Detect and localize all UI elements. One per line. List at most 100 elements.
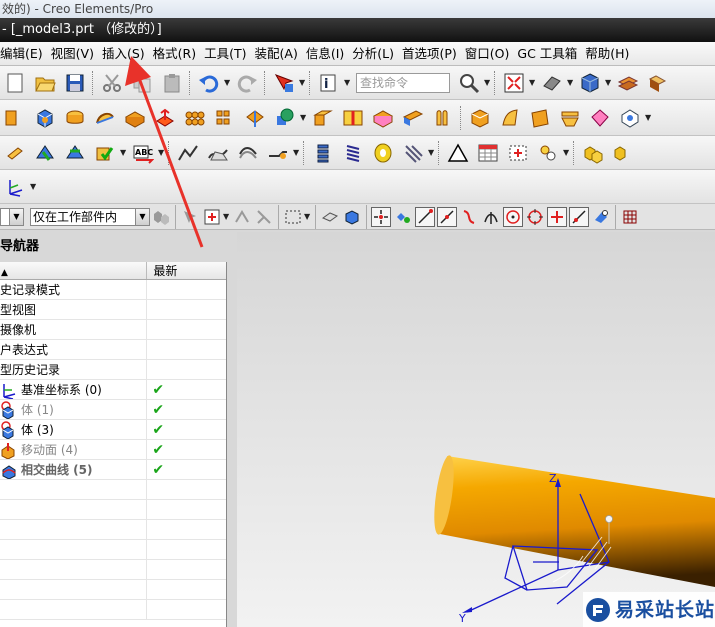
select-dropdown-icon[interactable]: ▼	[299, 70, 307, 96]
cut-icon[interactable]	[99, 70, 125, 96]
info-icon[interactable]: i	[316, 70, 342, 96]
table-dropdown-icon[interactable]: ▼	[158, 140, 166, 166]
new-file-icon[interactable]	[2, 70, 28, 96]
spline-icon[interactable]	[205, 140, 231, 166]
type-filter-dropdown[interactable]: ▼	[0, 207, 24, 226]
grid-snap-icon[interactable]	[505, 140, 531, 166]
snap-point-icon[interactable]	[232, 207, 252, 227]
bolt-icon[interactable]	[400, 140, 426, 166]
shell-icon[interactable]	[122, 105, 148, 131]
edit-dropdown-icon[interactable]: ▼	[120, 140, 128, 166]
snap-point-on-face-icon[interactable]	[569, 206, 589, 227]
select-filter-icon[interactable]	[271, 70, 297, 96]
gc-dropdown-icon[interactable]: ▼	[428, 140, 436, 166]
model-canvas[interactable]: Z Y	[237, 232, 715, 627]
navigator-row[interactable]: 体 (1) ✔	[0, 400, 226, 420]
menu-analysis[interactable]: 分析(L)	[352, 43, 402, 65]
feature-edit-icon[interactable]	[2, 140, 28, 166]
helix-icon[interactable]	[340, 140, 366, 166]
through-curves-icon[interactable]	[557, 105, 583, 131]
extrude-icon[interactable]	[2, 105, 28, 131]
snap-end-point-icon[interactable]	[415, 206, 435, 227]
navigator-row[interactable]: 摄像机	[0, 320, 226, 340]
snap-quadrant-icon[interactable]	[525, 207, 545, 227]
edit-parameters-icon[interactable]	[32, 140, 58, 166]
view-cube-icon[interactable]	[577, 70, 603, 96]
grid-icon[interactable]	[620, 207, 640, 227]
cylinder-icon[interactable]	[62, 105, 88, 131]
menu-tools[interactable]: 工具(T)	[204, 43, 254, 65]
name-column-header[interactable]: ▲	[0, 262, 148, 279]
body-select-icon[interactable]	[342, 207, 362, 227]
add-selection-icon[interactable]	[202, 207, 222, 227]
revolve-icon[interactable]	[92, 105, 118, 131]
copy-icon[interactable]	[129, 70, 155, 96]
washer-icon[interactable]	[370, 140, 396, 166]
replace-feature-icon[interactable]	[92, 140, 118, 166]
block-icon[interactable]	[32, 105, 58, 131]
menu-preferences[interactable]: 首选项(P)	[402, 43, 465, 65]
menu-window[interactable]: 窗口(O)	[465, 43, 518, 65]
spring-icon[interactable]	[310, 140, 336, 166]
menu-assembly[interactable]: 装配(A)	[255, 43, 306, 65]
face-select-icon[interactable]	[320, 207, 340, 227]
menu-insert[interactable]: 插入(S)	[102, 43, 153, 65]
symbol-icon[interactable]	[535, 140, 561, 166]
boolean-icon[interactable]	[152, 105, 178, 131]
snap-bounded-icon[interactable]	[591, 207, 611, 227]
navigator-row[interactable]: 型视图	[0, 300, 226, 320]
navigator-row[interactable]: 体 (3) ✔	[0, 420, 226, 440]
offset-face-icon[interactable]	[310, 105, 336, 131]
redo-icon[interactable]	[234, 70, 260, 96]
navigator-row[interactable]: 移动面 (4) ✔	[0, 440, 226, 460]
navigator-row[interactable]: 型历史记录	[0, 360, 226, 380]
rectangle-select-dropdown-icon[interactable]: ▼	[304, 207, 312, 227]
snap-arc-center-icon[interactable]	[503, 206, 523, 227]
snap-control-point-icon[interactable]	[393, 207, 413, 227]
view-dropdown-icon[interactable]: ▼	[605, 70, 613, 96]
snap-intersection-icon[interactable]	[481, 207, 501, 227]
layer-icon[interactable]	[615, 70, 641, 96]
navigator-row[interactable]: 史记录模式	[0, 280, 226, 300]
shading-icon[interactable]	[539, 70, 565, 96]
table-note-icon[interactable]	[475, 140, 501, 166]
wcs-icon[interactable]	[2, 174, 28, 200]
assembly-filter-icon[interactable]	[151, 207, 171, 227]
shading-dropdown-icon[interactable]: ▼	[567, 70, 575, 96]
paste-icon[interactable]	[159, 70, 185, 96]
snap-on-curve-icon[interactable]	[459, 207, 479, 227]
hole-icon[interactable]	[212, 105, 238, 131]
chamfer-icon[interactable]	[430, 105, 456, 131]
component-add-icon[interactable]	[580, 140, 606, 166]
swept-icon[interactable]	[497, 105, 523, 131]
menu-view[interactable]: 视图(V)	[51, 43, 102, 65]
triangle-icon[interactable]	[445, 140, 471, 166]
latest-column-header[interactable]: 最新	[147, 262, 226, 279]
search-command-input[interactable]: 查找命令	[356, 72, 450, 93]
datum-dropdown-icon[interactable]: ▼	[300, 105, 308, 131]
menu-edit[interactable]: 编辑(E)	[0, 43, 51, 65]
fit-view-icon[interactable]	[501, 70, 527, 96]
menu-info[interactable]: 信息(I)	[306, 43, 352, 65]
project-curve-icon[interactable]	[265, 140, 291, 166]
snap-mid-point-icon[interactable]	[437, 206, 457, 227]
trim-body-icon[interactable]	[340, 105, 366, 131]
navigator-row[interactable]: 基准坐标系 (0) ✔	[0, 380, 226, 400]
ruled-icon[interactable]	[527, 105, 553, 131]
rectangle-select-icon[interactable]	[283, 207, 303, 227]
search-dropdown-icon[interactable]: ▼	[484, 70, 492, 96]
table-edit-icon[interactable]: ABC	[130, 140, 156, 166]
menu-help[interactable]: 帮助(H)	[585, 43, 637, 65]
curve-dropdown-icon[interactable]: ▼	[293, 140, 301, 166]
select-objects-icon[interactable]	[180, 207, 200, 227]
pattern-icon[interactable]	[182, 105, 208, 131]
add-selection-dropdown-icon[interactable]: ▼	[223, 207, 231, 227]
bounded-plane-icon[interactable]	[617, 105, 643, 131]
deselect-icon[interactable]	[254, 207, 274, 227]
split-body-icon[interactable]	[370, 105, 396, 131]
fit-dropdown-icon[interactable]: ▼	[529, 70, 537, 96]
snap-existing-point-icon[interactable]	[547, 206, 567, 227]
component-new-icon[interactable]	[610, 140, 636, 166]
move-object-icon[interactable]	[645, 70, 671, 96]
menu-gc-toolbox[interactable]: GC 工具箱	[517, 43, 585, 65]
